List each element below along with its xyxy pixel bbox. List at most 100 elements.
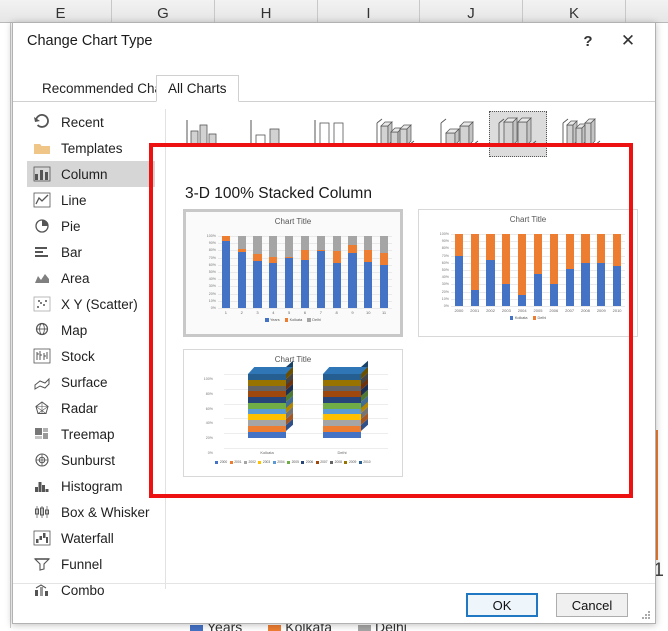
sidebar-item-x-y-scatter[interactable]: X Y (Scatter) (27, 291, 155, 317)
bar-segment (323, 391, 361, 398)
3d-stacked-column-icon[interactable] (431, 111, 489, 157)
x-tick-label: 2002 (486, 308, 495, 313)
bar-segment (323, 385, 361, 392)
legend-item: Delhi (532, 316, 546, 320)
bar-segment (269, 236, 278, 257)
sidebar-item-treemap[interactable]: Treemap (27, 421, 155, 447)
y-tick-label: 80% (205, 391, 213, 396)
tab-all-charts[interactable]: All Charts (156, 75, 239, 102)
chart-canvas: Chart Title 0% 10% 20% 30% 40% 50% 60% 70% 80% 90%… (419, 210, 637, 336)
sidebar-item-recent[interactable]: Recent (27, 109, 155, 135)
column-header-i[interactable]: I (318, 0, 420, 22)
legend-item: 2003 (258, 460, 270, 464)
change-chart-type-dialog: Change Chart Type ? ✕ Recommended Charts… (12, 22, 656, 624)
bar-segment (237, 248, 246, 252)
bar-segment (323, 408, 361, 415)
sidebar-item-bar[interactable]: Bar (27, 239, 155, 265)
bar-segment (332, 263, 341, 308)
sidebar-item-pie[interactable]: Pie (27, 213, 155, 239)
bar-chart-icon (31, 243, 53, 261)
legend-item: 2002 (244, 460, 256, 464)
sunburst-icon (31, 451, 53, 469)
3d-100-stacked-column-icon[interactable] (489, 111, 547, 157)
bar-segment (379, 264, 389, 308)
bar-segment (486, 234, 495, 260)
column-header-j[interactable]: J (420, 0, 523, 22)
resize-grip-icon[interactable] (641, 610, 651, 620)
legend-swatch (287, 460, 291, 464)
bar-segment (221, 241, 230, 308)
chart-preview-1[interactable]: Chart Title 0% 10% 20% 30% 40% 50% 60% 70% 80% 90%… (183, 209, 403, 337)
y-tick-label: 80% (441, 246, 449, 251)
100-stacked-column-icon[interactable] (303, 111, 361, 157)
legend-item: 2004 (272, 460, 285, 464)
bar-segment (549, 284, 558, 306)
y-tick-label: 0% (210, 306, 216, 310)
column-header-e[interactable]: E (10, 0, 112, 22)
ok-button[interactable]: OK (466, 593, 538, 617)
legend-item: 2001 (229, 460, 242, 464)
cancel-button[interactable]: Cancel (556, 593, 628, 617)
legend-swatch (344, 460, 348, 464)
column-header-h[interactable]: H (215, 0, 318, 22)
y-tick-label: 0% (443, 304, 449, 308)
chart-subtype-strip[interactable] (173, 109, 647, 161)
stacked-column-icon[interactable] (239, 111, 297, 157)
bar-segment (253, 254, 262, 262)
chart-preview-3[interactable]: Chart Title 0% 20% 40% 60% 80% 100% Kolkata Delh… (183, 349, 403, 477)
bar-segment (332, 236, 341, 252)
bar-segment (248, 397, 286, 403)
stock-chart-icon (31, 347, 53, 365)
clustered-column-icon[interactable] (175, 111, 233, 157)
legend-swatch (190, 624, 203, 631)
line-chart-icon (31, 191, 53, 209)
bar-segment (533, 234, 543, 275)
bar-segment (253, 236, 262, 254)
question-mark-icon[interactable]: ? (571, 27, 605, 55)
x-tick-label: 10 (366, 310, 371, 315)
legend-item: Kolkata (509, 316, 528, 320)
area-chart-icon (31, 269, 53, 287)
legend-swatch (532, 316, 536, 320)
sidebar-item-funnel[interactable]: Funnel (27, 551, 155, 577)
sidebar-item-waterfall[interactable]: Waterfall (27, 525, 155, 551)
bar-segment (364, 261, 373, 308)
bar-segment (248, 414, 286, 421)
bar-segment (316, 249, 325, 252)
y-tick-label: 40% (205, 421, 213, 426)
bar-segment (269, 256, 278, 264)
y-tick-label: 10% (441, 296, 449, 301)
y-tick-label: 60% (441, 260, 449, 265)
chart-title: Chart Title (509, 215, 547, 224)
sidebar-item-combo[interactable]: Combo (27, 577, 155, 603)
legend-swatch (284, 318, 289, 322)
sidebar-item-box-whisker[interactable]: Box & Whisker (27, 499, 155, 525)
sidebar-item-radar[interactable]: Radar (27, 395, 155, 421)
bar-segment (248, 420, 286, 426)
column-header-g[interactable]: G (112, 0, 215, 22)
chart-legend: Kolkata Delhi (419, 316, 637, 320)
sidebar-item-map[interactable]: Map (27, 317, 155, 343)
chart-preview-2[interactable]: Chart Title 0% 10% 20% 30% 40% 50% 60% 70% 80% 90%… (418, 209, 638, 337)
sidebar-item-column[interactable]: Column (27, 161, 155, 187)
sidebar-item-histogram[interactable]: Histogram (27, 473, 155, 499)
3d-column-icon[interactable] (553, 111, 611, 157)
close-icon[interactable]: ✕ (611, 27, 645, 55)
sidebar-item-surface[interactable]: Surface (27, 369, 155, 395)
x-tick-label: 2005 (533, 308, 543, 313)
3d-clustered-column-icon[interactable] (367, 111, 425, 157)
sidebar-item-sunburst[interactable]: Sunburst (27, 447, 155, 473)
sidebar-item-line[interactable]: Line (27, 187, 155, 213)
bar-segment (364, 236, 373, 251)
bar-segment (612, 266, 622, 306)
y-tick-label: 70% (208, 255, 216, 260)
sidebar-item-templates[interactable]: Templates (27, 135, 155, 161)
x-tick-label: 2003 (501, 308, 511, 313)
column-header-k[interactable]: K (523, 0, 626, 22)
sidebar-item-stock[interactable]: Stock (27, 343, 155, 369)
surface-chart-icon (31, 373, 53, 391)
sidebar-item-area[interactable]: Area (27, 265, 155, 291)
bar-segment (486, 259, 495, 306)
chart-category-list[interactable]: Recent Templates Column Line Pie Bar Area X Y (… (27, 109, 155, 598)
legend-swatch (307, 318, 311, 322)
